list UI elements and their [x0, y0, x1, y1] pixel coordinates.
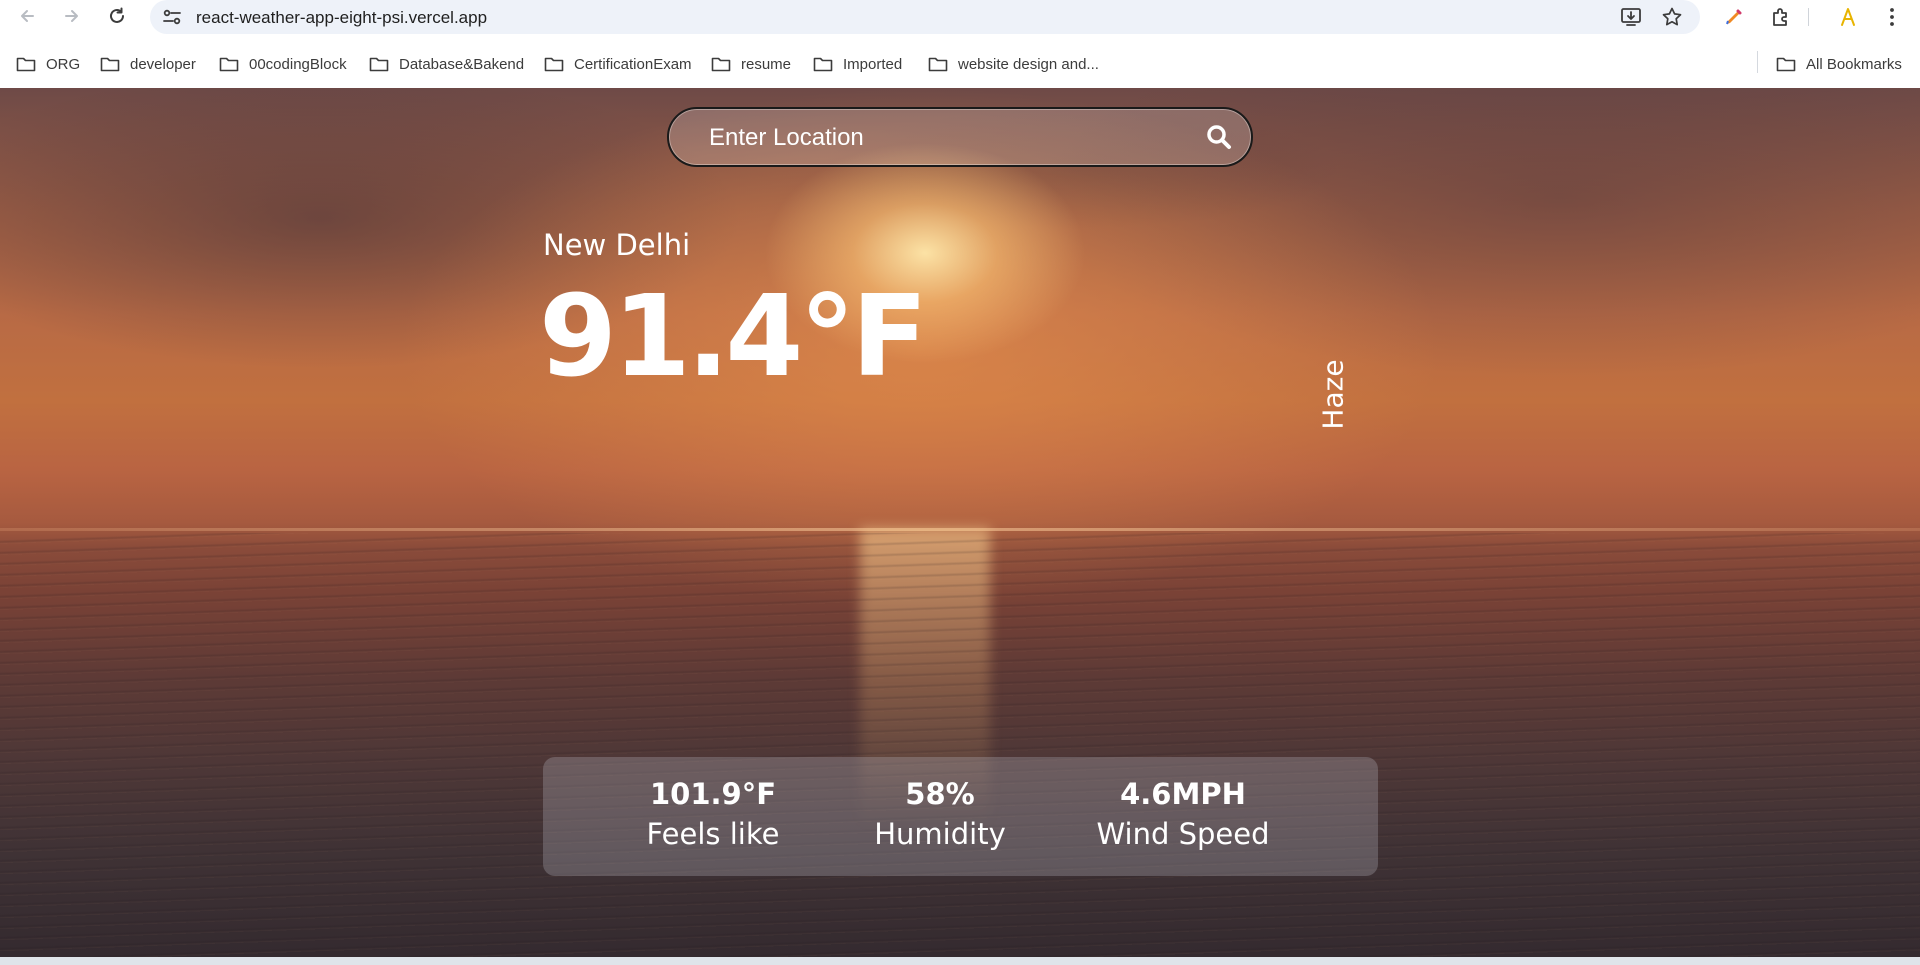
toolbar-divider	[1808, 8, 1809, 26]
location-search-box	[667, 107, 1253, 167]
profile-icon[interactable]	[1836, 5, 1860, 29]
window-bottom-edge	[0, 957, 1920, 965]
bookmark-label: website design and...	[958, 55, 1099, 73]
current-temperature: 91.4°F	[539, 272, 928, 402]
forward-arrow-icon[interactable]	[61, 5, 83, 27]
site-info-icon[interactable]	[162, 8, 182, 26]
folder-icon	[219, 57, 239, 72]
address-bar[interactable]: react-weather-app-eight-psi.vercel.app	[150, 0, 1700, 34]
bookmark-folder[interactable]: developer	[100, 53, 196, 75]
bookmark-folder[interactable]: resume	[711, 53, 791, 75]
kebab-menu-icon[interactable]	[1880, 5, 1904, 29]
bookmark-label: Imported	[843, 55, 903, 73]
bookmark-folder[interactable]: Imported	[813, 53, 902, 75]
bookmarks-divider	[1757, 51, 1758, 73]
weather-stats-panel: 101.9°F Feels like 58% Humidity 4.6MPH W…	[543, 757, 1378, 876]
puzzle-extensions-icon[interactable]	[1769, 5, 1793, 29]
folder-icon	[1776, 57, 1796, 72]
bookmark-folder[interactable]: website design and...	[928, 53, 1099, 75]
folder-icon	[711, 57, 731, 72]
folder-icon	[544, 57, 564, 72]
bookmarks-bar: ORG developer 00codingBlock Database&Bak…	[0, 46, 1920, 80]
bookmark-label: developer	[130, 55, 196, 73]
pen-extension-icon[interactable]	[1722, 5, 1746, 29]
weather-description: Haze	[1316, 359, 1350, 430]
city-name: New Delhi	[543, 228, 691, 262]
folder-icon	[100, 57, 120, 72]
feels-like-stat: 101.9°F Feels like	[638, 757, 788, 876]
wind-speed-value: 4.6MPH	[1120, 777, 1246, 811]
folder-icon	[16, 57, 36, 72]
bookmark-label: ORG	[46, 55, 81, 73]
location-search-input[interactable]	[709, 121, 1179, 155]
bookmark-star-icon[interactable]	[1661, 6, 1683, 28]
install-app-icon[interactable]	[1620, 6, 1642, 28]
bookmark-folder[interactable]: 00codingBlock	[219, 53, 347, 75]
back-arrow-icon[interactable]	[16, 5, 38, 27]
bookmark-label: Database&Bakend	[399, 55, 525, 73]
wind-speed-stat: 4.6MPH Wind Speed	[1083, 757, 1283, 876]
weather-app-page: New Delhi 91.4°F Haze 101.9°F Feels like…	[0, 88, 1920, 957]
feels-like-value: 101.9°F	[649, 777, 777, 811]
all-bookmarks-label: All Bookmarks	[1806, 55, 1902, 73]
search-icon[interactable]	[1205, 123, 1233, 151]
bookmark-label: CertificationExam	[574, 55, 692, 73]
humidity-value: 58%	[905, 777, 975, 811]
feels-like-label: Feels like	[646, 817, 780, 851]
browser-toolbar: react-weather-app-eight-psi.vercel.app	[0, 0, 1920, 34]
all-bookmarks-folder[interactable]: All Bookmarks	[1776, 53, 1902, 75]
bookmark-folder[interactable]: ORG	[16, 53, 80, 75]
bookmark-folder[interactable]: Database&Bakend	[369, 53, 524, 75]
folder-icon	[928, 57, 948, 72]
humidity-stat: 58% Humidity	[865, 757, 1015, 876]
bookmark-folder[interactable]: CertificationExam	[544, 53, 692, 75]
bookmark-label: 00codingBlock	[249, 55, 347, 73]
background-sea	[0, 533, 1920, 957]
url-text[interactable]: react-weather-app-eight-psi.vercel.app	[196, 8, 487, 28]
humidity-label: Humidity	[874, 817, 1006, 851]
bookmark-label: resume	[741, 55, 792, 73]
folder-icon	[813, 57, 833, 72]
folder-icon	[369, 57, 389, 72]
reload-icon[interactable]	[106, 5, 128, 27]
wind-speed-label: Wind Speed	[1096, 817, 1270, 851]
